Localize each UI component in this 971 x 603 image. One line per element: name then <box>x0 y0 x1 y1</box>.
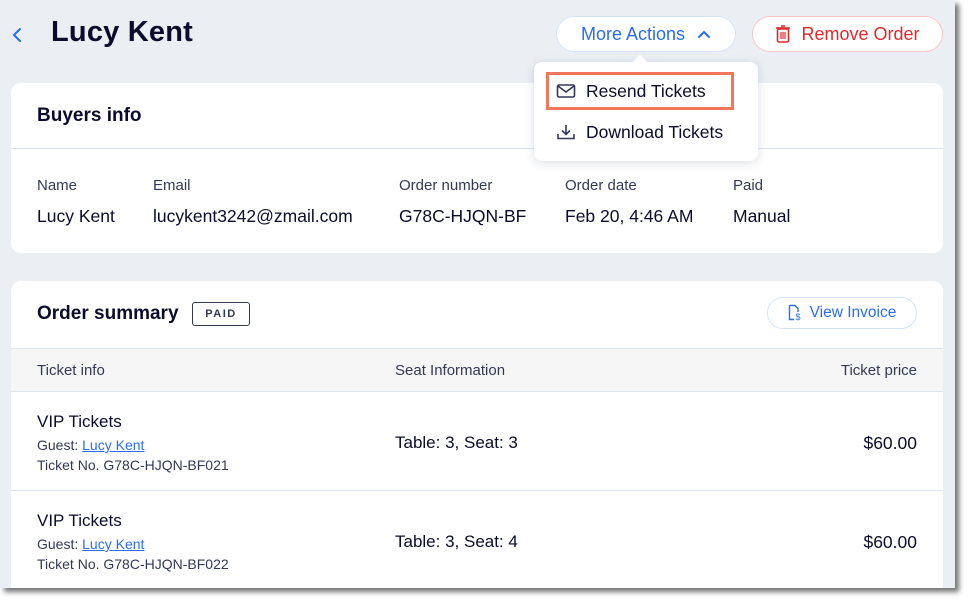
column-seat-information: Seat Information <box>395 362 506 379</box>
back-button[interactable] <box>10 24 26 46</box>
buyers-info-title: Buyers info <box>37 105 142 126</box>
table-row: VIP Tickets Guest: Lucy Kent Ticket No. … <box>11 392 943 491</box>
download-icon <box>557 125 575 140</box>
column-ticket-info: Ticket info <box>37 362 105 379</box>
menu-item-download-tickets[interactable]: Download Tickets <box>546 113 734 151</box>
remove-order-button[interactable]: Remove Order <box>752 16 943 52</box>
ticket-number: Ticket No. G78C-HJQN-BF021 <box>37 457 229 473</box>
table-row: VIP Tickets Guest: Lucy Kent Ticket No. … <box>11 491 943 588</box>
table-header: Ticket info Seat Information Ticket pric… <box>11 348 943 392</box>
more-actions-label: More Actions <box>580 23 686 44</box>
name-label: Name <box>37 177 78 194</box>
seat-info: Table: 3, Seat: 3 <box>395 433 518 452</box>
trash-icon <box>776 25 791 43</box>
ticket-name: VIP Tickets <box>37 511 122 530</box>
order-summary-card: Order summary PAID $ View Invoice Ticket… <box>11 281 943 588</box>
view-invoice-label: View Invoice <box>809 304 897 321</box>
paid-label: Paid <box>733 177 764 194</box>
more-actions-dropdown: Resend Tickets Download Tickets <box>534 54 758 161</box>
menu-item-label: Download Tickets <box>586 121 724 142</box>
buyers-info-card: Buyers info Name Lucy Kent Email lucyken… <box>11 83 943 253</box>
order-date-value: Feb 20, 4:46 AM <box>565 206 694 226</box>
chevron-up-icon <box>698 30 711 38</box>
divider <box>11 148 943 149</box>
invoice-icon: $ <box>788 304 800 322</box>
guest-name-link[interactable]: Lucy Kent <box>82 536 144 552</box>
menu-item-resend-tickets[interactable]: Resend Tickets <box>546 72 734 110</box>
menu-item-label: Resend Tickets <box>586 80 706 101</box>
svg-text:$: $ <box>795 312 800 322</box>
paid-value: Manual <box>733 206 791 226</box>
column-ticket-price: Ticket price <box>840 362 917 379</box>
order-date-label: Order date <box>565 177 637 194</box>
view-invoice-button[interactable]: $ View Invoice <box>767 297 917 329</box>
dropdown-caret <box>632 54 648 70</box>
chevron-left-icon <box>12 28 21 42</box>
email-label: Email <box>153 177 191 194</box>
order-number-value: G78C-HJQN-BF <box>399 206 527 226</box>
guest-name-link[interactable]: Lucy Kent <box>82 437 144 453</box>
page-title: Lucy Kent <box>51 16 193 48</box>
ticket-number: Ticket No. G78C-HJQN-BF022 <box>37 556 229 572</box>
seat-info: Table: 3, Seat: 4 <box>395 532 518 551</box>
ticket-price: $60.00 <box>863 433 917 453</box>
name-value: Lucy Kent <box>37 206 115 226</box>
ticket-name: VIP Tickets <box>37 412 122 431</box>
guest-info: Guest: Lucy Kent <box>37 437 144 453</box>
guest-label: Guest: <box>37 437 79 453</box>
status-badge: PAID <box>192 302 250 326</box>
guest-label: Guest: <box>37 536 79 552</box>
ticket-price: $60.00 <box>863 532 917 552</box>
order-details-page: Lucy Kent More Actions Remove Order Buye… <box>0 0 955 588</box>
mail-icon <box>556 84 576 98</box>
more-actions-button[interactable]: More Actions <box>556 16 736 52</box>
remove-order-label: Remove Order <box>801 23 920 44</box>
order-number-label: Order number <box>399 177 493 194</box>
order-summary-title: Order summary <box>37 303 179 324</box>
guest-info: Guest: Lucy Kent <box>37 536 144 552</box>
email-value: lucykent3242@zmail.com <box>153 206 353 226</box>
